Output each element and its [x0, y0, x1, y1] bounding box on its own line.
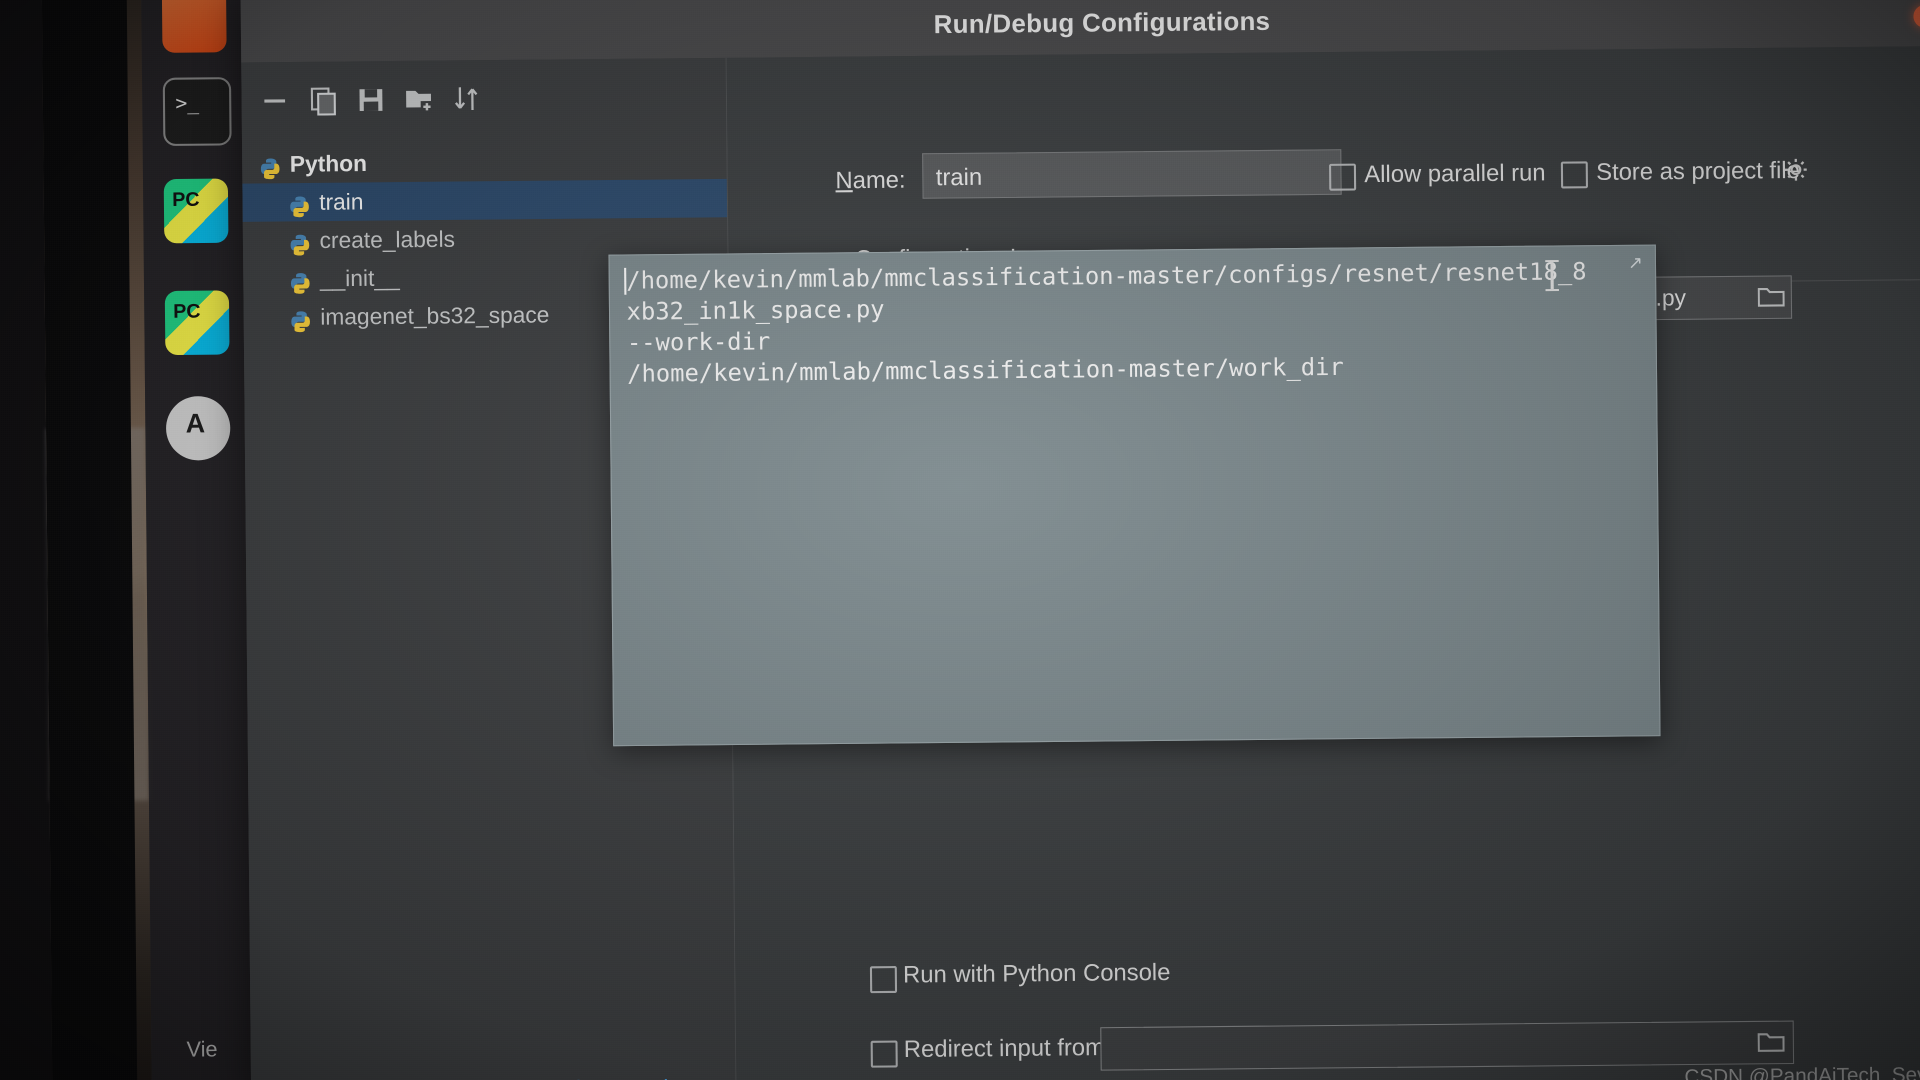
mouse-cursor-ibeam — [1550, 262, 1554, 290]
run-with-python-console-checkbox[interactable] — [869, 966, 898, 994]
tree-item-label: __init__ — [319, 264, 400, 292]
tree-item-label: create_labels — [319, 226, 456, 254]
collapse-arrow-icon[interactable]: ↗ — [1628, 253, 1647, 273]
folder-icon[interactable] — [1757, 1030, 1785, 1053]
name-label: NName:ame: — [835, 165, 906, 194]
python-icon — [288, 230, 311, 256]
tree-item-label: imagenet_bs32_space — [320, 301, 550, 330]
ubuntu-software-icon[interactable] — [161, 0, 227, 53]
python-icon — [289, 306, 312, 333]
tree-item-python[interactable]: Python — [242, 141, 727, 184]
screen-surface: >_ PC PC A Vie demo Run/Debu — [41, 0, 1920, 1080]
tree-item-label: train — [319, 188, 364, 215]
redirect-input-from-label: Redirect input from: — [903, 1033, 1112, 1063]
new-folder-icon[interactable] — [403, 83, 434, 114]
store-as-project-file-checkbox[interactable] — [1560, 161, 1589, 189]
monitor-bezel — [41, 0, 138, 1080]
minus-icon[interactable] — [260, 85, 291, 116]
redirect-input-from-checkbox[interactable] — [870, 1040, 898, 1068]
terminal-icon[interactable]: >_ — [162, 77, 232, 147]
name-input[interactable]: train — [922, 149, 1342, 199]
tree-item-label: Python — [289, 150, 368, 177]
store-as-project-file-label: Store as project file — [1595, 156, 1801, 186]
redirect-input-from-input[interactable] — [1100, 1020, 1795, 1071]
folder-icon[interactable] — [1757, 285, 1785, 308]
watermark: CSDN @PandAiTech_Seven — [1684, 1063, 1920, 1080]
edit-configuration-templates-link[interactable]: dit configuration templates... — [446, 1074, 731, 1080]
anaconda-icon[interactable]: A — [165, 395, 231, 461]
python-icon — [259, 153, 282, 180]
desktop-label: Vie — [186, 1037, 218, 1062]
save-icon[interactable] — [355, 84, 386, 115]
page-title: Run/Debug Configurations — [933, 7, 1271, 40]
pycharm-icon-1[interactable]: PC — [163, 178, 229, 244]
tree-toolbar — [260, 77, 695, 125]
parameters-text[interactable]: /home/kevin/mmlab/mmclassification-maste… — [626, 256, 1600, 390]
run-with-python-console-label: Run with Python Console — [902, 958, 1171, 988]
python-icon — [289, 268, 312, 294]
sort-icon[interactable] — [451, 83, 482, 114]
copy-icon[interactable] — [308, 84, 339, 116]
pycharm-icon-2[interactable]: PC — [164, 290, 230, 356]
ubuntu-dock[interactable]: >_ PC PC A Vie — [141, 0, 254, 1080]
tree-item-train[interactable]: train — [242, 178, 728, 222]
allow-parallel-run-label: Allow parallel run — [1364, 158, 1546, 188]
parameters-expanded-editor[interactable]: /home/kevin/mmlab/mmclassification-maste… — [608, 244, 1661, 747]
python-icon — [288, 191, 311, 218]
allow-parallel-run-checkbox[interactable] — [1329, 163, 1357, 191]
gear-icon[interactable] — [1783, 157, 1808, 182]
